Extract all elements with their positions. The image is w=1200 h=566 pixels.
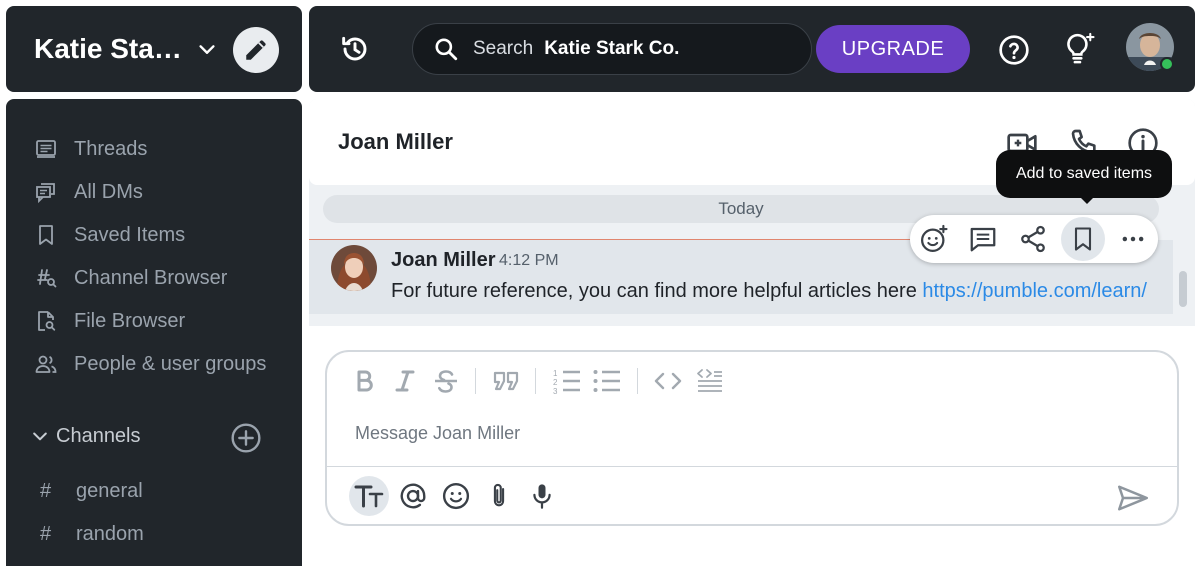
pencil-icon	[246, 40, 266, 60]
toolbar-separator	[475, 368, 476, 394]
svg-text:1: 1	[553, 369, 558, 378]
author-photo	[331, 245, 377, 291]
quote-button[interactable]	[491, 366, 521, 396]
message-link[interactable]: https://pumble.com/learn/	[922, 280, 1147, 302]
reply-in-thread-button[interactable]	[967, 223, 999, 255]
code-block-button[interactable]	[695, 366, 725, 396]
workspace-name[interactable]: Katie Stark Co.	[34, 33, 184, 65]
chevron-down-icon[interactable]	[196, 39, 218, 61]
add-to-saved-items-button[interactable]	[1061, 217, 1105, 261]
svg-text:3: 3	[553, 387, 558, 394]
people-icon	[35, 355, 57, 373]
paperclip-icon	[493, 483, 505, 507]
share-icon	[1021, 225, 1045, 253]
hash-icon: #	[40, 479, 52, 502]
emoji-button[interactable]	[436, 476, 476, 516]
more-icon	[1122, 236, 1144, 242]
user-avatar[interactable]	[1126, 23, 1174, 71]
italic-icon	[395, 370, 415, 392]
search-scope: Katie Stark Co.	[544, 38, 680, 59]
bullet-list-icon	[593, 370, 620, 392]
add-channel-icon[interactable]	[230, 422, 262, 454]
author-avatar[interactable]	[331, 245, 377, 291]
attach-file-button[interactable]	[479, 476, 519, 516]
new-message-button[interactable]	[233, 27, 279, 73]
formatting-toggle-button[interactable]	[349, 476, 389, 516]
more-actions-button[interactable]	[1117, 223, 1149, 255]
sidebar-item-channel-browser[interactable]: Channel Browser	[34, 263, 227, 293]
bold-icon	[357, 370, 373, 392]
message-input[interactable]	[355, 418, 1115, 448]
code-block-icon	[697, 369, 722, 392]
sidebar-item-all-dms[interactable]: All DMs	[34, 177, 143, 207]
tooltip-arrow	[1079, 196, 1095, 204]
share-message-button[interactable]	[1017, 223, 1049, 255]
quote-icon	[493, 371, 519, 391]
bold-button[interactable]	[353, 366, 377, 396]
channels-label: Channels	[56, 424, 141, 447]
message-text: For future reference, you can find more …	[391, 280, 1147, 302]
inline-code-button[interactable]	[653, 366, 683, 396]
online-status-dot	[1160, 57, 1174, 71]
sidebar-item-file-browser[interactable]: File Browser	[34, 306, 185, 336]
code-icon	[654, 372, 682, 390]
add-reaction-icon	[921, 224, 948, 252]
workspace-header[interactable]: Katie Stark Co.	[6, 6, 302, 92]
sidebar-item-threads[interactable]: Threads	[34, 134, 147, 164]
search-label: Search	[473, 38, 534, 59]
bookmark-icon	[39, 225, 53, 245]
history-icon[interactable]	[339, 33, 371, 65]
svg-text:2: 2	[553, 378, 558, 387]
hash-icon: #	[40, 522, 52, 545]
ordered-list-icon: 123	[553, 369, 580, 394]
italic-button[interactable]	[393, 366, 417, 396]
message-author[interactable]: Joan Miller	[391, 249, 495, 272]
comment-icon	[970, 227, 996, 252]
microphone-icon	[533, 484, 551, 509]
composer-area: 123	[309, 326, 1195, 566]
dms-icon	[36, 183, 55, 204]
toolbar-separator	[637, 368, 638, 394]
emoji-icon	[442, 482, 470, 510]
whats-new-icon[interactable]	[1062, 30, 1098, 66]
send-icon	[1118, 485, 1148, 511]
strikethrough-icon	[435, 370, 457, 393]
strikethrough-button[interactable]	[431, 366, 461, 396]
scrollbar-thumb[interactable]	[1179, 271, 1187, 307]
search-bar[interactable]: Search Katie Stark Co.	[412, 23, 812, 75]
text-format-icon	[354, 485, 384, 508]
bookmark-icon	[1074, 227, 1092, 251]
threads-icon	[36, 140, 56, 158]
voice-message-button[interactable]	[522, 476, 562, 516]
sidebar-item-people[interactable]: People & user groups	[34, 349, 266, 379]
file-search-icon	[38, 311, 56, 331]
channel-browser-icon	[37, 269, 57, 288]
top-bar: Search Katie Stark Co. UPGRADE	[309, 6, 1195, 92]
chat-title: Joan Miller	[338, 129, 453, 154]
at-sign-icon	[400, 483, 426, 509]
chat-area: Joan Miller Today Joan Miller 4:12 PM Fo…	[309, 99, 1195, 566]
sidebar-channel-random[interactable]: # random	[40, 520, 144, 548]
sidebar-channel-general[interactable]: # general	[40, 477, 143, 505]
send-button[interactable]	[1113, 480, 1153, 516]
search-icon	[435, 38, 458, 61]
ordered-list-button[interactable]: 123	[551, 366, 583, 396]
add-reaction-button[interactable]	[918, 223, 950, 255]
toolbar-separator	[535, 368, 536, 394]
chevron-down-icon	[33, 432, 47, 441]
message-time: 4:12 PM	[499, 252, 559, 269]
sidebar-item-saved-items[interactable]: Saved Items	[34, 220, 185, 250]
composer-divider	[327, 466, 1177, 467]
message-actions-toolbar	[910, 215, 1158, 263]
sidebar: Threads All DMs Saved Items Channel Brow…	[6, 99, 302, 566]
message-composer: 123	[325, 350, 1179, 526]
bullet-list-button[interactable]	[591, 366, 623, 396]
upgrade-button[interactable]: UPGRADE	[816, 25, 970, 73]
mention-button[interactable]	[393, 476, 433, 516]
tooltip: Add to saved items	[996, 150, 1172, 198]
help-icon[interactable]	[998, 34, 1030, 66]
